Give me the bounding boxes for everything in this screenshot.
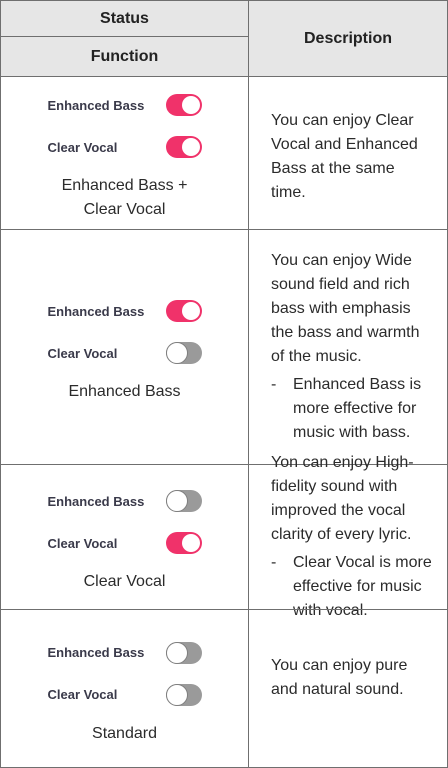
- description-header-label: Description: [303, 29, 392, 47]
- toggle-label: Clear Vocal: [47, 687, 118, 702]
- mode-name: Enhanced Bass + Clear Vocal: [61, 177, 188, 218]
- clear-vocal-toggle[interactable]: [165, 342, 202, 364]
- enhanced-bass-toggle[interactable]: [165, 94, 202, 116]
- toggle-row-clear-vocal: Clear Vocal: [48, 522, 202, 564]
- toggle-label: Clear Vocal: [47, 345, 118, 361]
- toggle-row-clear-vocal: Clear Vocal: [48, 674, 202, 716]
- toggle-knob: [165, 683, 188, 706]
- row-status-cell: Enhanced Bass Clear Vocal Enhanced Bass …: [0, 76, 249, 230]
- function-header-label: Function: [90, 47, 159, 65]
- toggle-knob: [165, 641, 188, 664]
- status-header-label: Status: [100, 9, 149, 27]
- note: - Enhanced Bass is more effective for mu…: [271, 373, 433, 445]
- row-status-cell: Enhanced Bass Clear Vocal Standard: [0, 609, 249, 768]
- row-description-cell: Yon can enjoy High-fidelity sound with i…: [248, 454, 448, 619]
- row-description-cell: You can enjoy Wide sound field and rich …: [248, 229, 448, 465]
- toggle-row-enhanced-bass: Enhanced Bass: [48, 290, 202, 332]
- description-text: You can enjoy Clear Vocal and Enhanced B…: [271, 112, 418, 201]
- toggle-label: Enhanced Bass: [47, 97, 145, 113]
- toggle-label: Enhanced Bass: [47, 493, 145, 509]
- enhanced-bass-toggle[interactable]: [165, 490, 202, 512]
- clear-vocal-toggle[interactable]: [165, 532, 202, 554]
- mode-name: Standard: [92, 724, 157, 742]
- toggle-row-enhanced-bass: Enhanced Bass: [48, 632, 202, 674]
- toggle-knob: [181, 138, 200, 156]
- enhanced-bass-toggle[interactable]: [165, 641, 202, 664]
- toggle-knob: [181, 96, 200, 114]
- description-text: You can enjoy pure and natural sound.: [271, 656, 408, 698]
- description-header: Description: [248, 0, 448, 77]
- clear-vocal-toggle[interactable]: [165, 683, 202, 706]
- description-text: You can enjoy Wide sound field and rich …: [271, 252, 420, 365]
- mode-name: Enhanced Bass: [68, 383, 181, 400]
- row-description-cell: You can enjoy pure and natural sound.: [248, 609, 448, 768]
- toggle-row-clear-vocal: Clear Vocal: [48, 126, 202, 168]
- toggle-knob: [181, 534, 200, 552]
- function-header: Function: [0, 36, 249, 77]
- toggle-label: Clear Vocal: [47, 139, 118, 155]
- enhanced-bass-toggle[interactable]: [165, 300, 202, 322]
- clear-vocal-toggle[interactable]: [165, 136, 202, 158]
- row-description-cell: You can enjoy Clear Vocal and Enhanced B…: [248, 76, 448, 230]
- note-dash: -: [271, 376, 277, 393]
- toggle-row-clear-vocal: Clear Vocal: [48, 332, 202, 374]
- mode-name: Clear Vocal: [83, 573, 166, 590]
- toggle-knob: [165, 342, 188, 364]
- toggle-row-enhanced-bass: Enhanced Bass: [48, 480, 202, 522]
- note-text: Enhanced Bass is more effective for musi…: [293, 376, 422, 441]
- toggle-label: Enhanced Bass: [47, 303, 145, 319]
- row-status-cell: Enhanced Bass Clear Vocal Clear Vocal: [0, 464, 249, 610]
- toggle-knob: [181, 302, 200, 320]
- toggle-knob: [165, 490, 188, 512]
- toggle-label: Enhanced Bass: [47, 645, 145, 660]
- sound-mode-table: Status Function Description Enhanced Bas…: [0, 0, 448, 768]
- status-header: Status: [0, 0, 249, 37]
- row-status-cell: Enhanced Bass Clear Vocal Enhanced Bass: [0, 229, 249, 465]
- description-text: Yon can enjoy High-fidelity sound with i…: [271, 454, 414, 543]
- toggle-label: Clear Vocal: [47, 535, 118, 551]
- toggle-row-enhanced-bass: Enhanced Bass: [48, 84, 202, 126]
